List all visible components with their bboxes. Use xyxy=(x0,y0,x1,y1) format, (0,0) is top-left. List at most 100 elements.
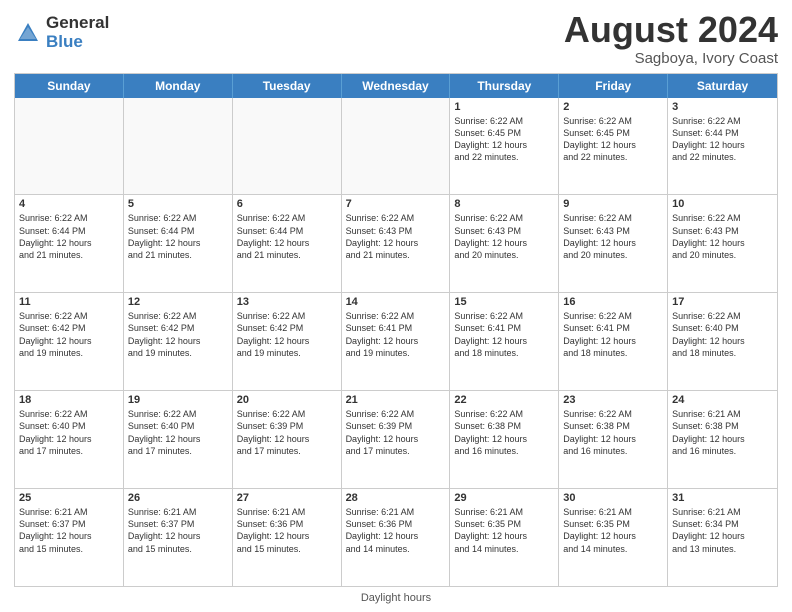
day-info: Sunrise: 6:22 AM Sunset: 6:42 PM Dayligh… xyxy=(19,310,119,359)
day-number: 28 xyxy=(346,492,446,504)
day-cell-2: 2 Sunrise: 6:22 AM Sunset: 6:45 PM Daylig… xyxy=(559,98,668,195)
day-cell-4: 4Sunrise: 6:22 AM Sunset: 6:44 PM Daylig… xyxy=(15,195,124,292)
day-number: 9 xyxy=(563,198,663,210)
day-number: 7 xyxy=(346,198,446,210)
day-number: 29 xyxy=(454,492,554,504)
empty-cell-0-1 xyxy=(124,98,233,195)
day-number: 22 xyxy=(454,394,554,406)
day-info: Sunrise: 6:21 AM Sunset: 6:37 PM Dayligh… xyxy=(19,506,119,555)
day-cell-23: 23 Sunrise: 6:22 AM Sunset: 6:38 PM Dayli… xyxy=(559,391,668,488)
day-number: 30 xyxy=(563,492,663,504)
header-day-saturday: Saturday xyxy=(668,74,777,98)
day-info: Sunrise: 6:22 AM Sunset: 6:44 PM Dayligh… xyxy=(128,212,228,261)
day-cell-1: 1 Sunrise: 6:22 AM Sunset: 6:45 PM Daylig… xyxy=(450,98,559,195)
empty-cell-0-2 xyxy=(233,98,342,195)
logo-text: General Blue xyxy=(46,14,109,51)
header-day-sunday: Sunday xyxy=(15,74,124,98)
day-info: Sunrise: 6:22 AM Sunset: 6:45 PM Dayligh… xyxy=(563,115,663,164)
day-number: 16 xyxy=(563,296,663,308)
day-number: 4 xyxy=(19,198,119,210)
day-cell-25: 25 Sunrise: 6:21 AM Sunset: 6:37 PM Dayli… xyxy=(15,489,124,586)
header-day-friday: Friday xyxy=(559,74,668,98)
day-number: 12 xyxy=(128,296,228,308)
page: General Blue August 2024 Sagboya, Ivory … xyxy=(0,0,792,612)
day-info: Sunrise: 6:22 AM Sunset: 6:40 PM Dayligh… xyxy=(672,310,773,359)
day-info: Sunrise: 6:22 AM Sunset: 6:43 PM Dayligh… xyxy=(563,212,663,261)
day-cell-30: 30Sunrise: 6:21 AM Sunset: 6:35 PM Dayli… xyxy=(559,489,668,586)
day-info: Sunrise: 6:22 AM Sunset: 6:45 PM Dayligh… xyxy=(454,115,554,164)
calendar-body: 1 Sunrise: 6:22 AM Sunset: 6:45 PM Daylig… xyxy=(15,98,777,586)
day-number: 27 xyxy=(237,492,337,504)
day-info: Sunrise: 6:22 AM Sunset: 6:39 PM Dayligh… xyxy=(346,408,446,457)
day-number: 25 xyxy=(19,492,119,504)
day-number: 3 xyxy=(672,101,773,113)
day-cell-14: 14 Sunrise: 6:22 AM Sunset: 6:41 PM Dayli… xyxy=(342,293,451,390)
day-info: Sunrise: 6:22 AM Sunset: 6:41 PM Dayligh… xyxy=(563,310,663,359)
title-block: August 2024 Sagboya, Ivory Coast xyxy=(564,10,778,67)
day-info: Sunrise: 6:22 AM Sunset: 6:42 PM Dayligh… xyxy=(237,310,337,359)
day-cell-8: 8 Sunrise: 6:22 AM Sunset: 6:43 PM Daylig… xyxy=(450,195,559,292)
day-number: 18 xyxy=(19,394,119,406)
day-info: Sunrise: 6:22 AM Sunset: 6:38 PM Dayligh… xyxy=(563,408,663,457)
footer: Daylight hours xyxy=(14,592,778,604)
day-number: 14 xyxy=(346,296,446,308)
day-cell-15: 15Sunrise: 6:22 AM Sunset: 6:41 PM Dayli… xyxy=(450,293,559,390)
day-info: Sunrise: 6:22 AM Sunset: 6:43 PM Dayligh… xyxy=(454,212,554,261)
day-cell-13: 13 Sunrise: 6:22 AM Sunset: 6:42 PM Dayli… xyxy=(233,293,342,390)
day-number: 26 xyxy=(128,492,228,504)
day-cell-21: 21 Sunrise: 6:22 AM Sunset: 6:39 PM Dayli… xyxy=(342,391,451,488)
day-info: Sunrise: 6:22 AM Sunset: 6:40 PM Dayligh… xyxy=(19,408,119,457)
day-number: 31 xyxy=(672,492,773,504)
day-number: 23 xyxy=(563,394,663,406)
header-day-wednesday: Wednesday xyxy=(342,74,451,98)
day-number: 1 xyxy=(454,101,554,113)
day-info: Sunrise: 6:22 AM Sunset: 6:44 PM Dayligh… xyxy=(672,115,773,164)
day-number: 6 xyxy=(237,198,337,210)
day-number: 11 xyxy=(19,296,119,308)
day-info: Sunrise: 6:22 AM Sunset: 6:43 PM Dayligh… xyxy=(346,212,446,261)
logo: General Blue xyxy=(14,14,109,51)
day-cell-12: 12 Sunrise: 6:22 AM Sunset: 6:42 PM Dayli… xyxy=(124,293,233,390)
day-info: Sunrise: 6:22 AM Sunset: 6:41 PM Dayligh… xyxy=(346,310,446,359)
empty-cell-0-0 xyxy=(15,98,124,195)
day-cell-16: 16 Sunrise: 6:22 AM Sunset: 6:41 PM Dayli… xyxy=(559,293,668,390)
day-info: Sunrise: 6:22 AM Sunset: 6:44 PM Dayligh… xyxy=(237,212,337,261)
day-cell-7: 7 Sunrise: 6:22 AM Sunset: 6:43 PM Daylig… xyxy=(342,195,451,292)
calendar-header: SundayMondayTuesdayWednesdayThursdayFrid… xyxy=(15,74,777,98)
day-cell-26: 26 Sunrise: 6:21 AM Sunset: 6:37 PM Dayli… xyxy=(124,489,233,586)
day-number: 20 xyxy=(237,394,337,406)
day-cell-19: 19Sunrise: 6:22 AM Sunset: 6:40 PM Dayli… xyxy=(124,391,233,488)
day-number: 8 xyxy=(454,198,554,210)
day-cell-17: 17Sunrise: 6:22 AM Sunset: 6:40 PM Dayli… xyxy=(668,293,777,390)
day-cell-3: 3 Sunrise: 6:22 AM Sunset: 6:44 PM Daylig… xyxy=(668,98,777,195)
logo-blue: Blue xyxy=(46,33,109,52)
day-info: Sunrise: 6:22 AM Sunset: 6:42 PM Dayligh… xyxy=(128,310,228,359)
calendar-row-3: 18 Sunrise: 6:22 AM Sunset: 6:40 PM Dayli… xyxy=(15,390,777,488)
day-cell-9: 9 Sunrise: 6:22 AM Sunset: 6:43 PM Daylig… xyxy=(559,195,668,292)
header: General Blue August 2024 Sagboya, Ivory … xyxy=(14,10,778,67)
day-cell-5: 5Sunrise: 6:22 AM Sunset: 6:44 PM Daylig… xyxy=(124,195,233,292)
day-cell-24: 24Sunrise: 6:21 AM Sunset: 6:38 PM Dayli… xyxy=(668,391,777,488)
day-number: 2 xyxy=(563,101,663,113)
day-number: 19 xyxy=(128,394,228,406)
day-cell-10: 10 Sunrise: 6:22 AM Sunset: 6:43 PM Dayli… xyxy=(668,195,777,292)
day-info: Sunrise: 6:22 AM Sunset: 6:39 PM Dayligh… xyxy=(237,408,337,457)
day-number: 10 xyxy=(672,198,773,210)
day-info: Sunrise: 6:21 AM Sunset: 6:36 PM Dayligh… xyxy=(346,506,446,555)
day-number: 13 xyxy=(237,296,337,308)
empty-cell-0-3 xyxy=(342,98,451,195)
header-day-monday: Monday xyxy=(124,74,233,98)
day-info: Sunrise: 6:22 AM Sunset: 6:43 PM Dayligh… xyxy=(672,212,773,261)
day-cell-29: 29 Sunrise: 6:21 AM Sunset: 6:35 PM Dayli… xyxy=(450,489,559,586)
title-month: August 2024 xyxy=(564,10,778,50)
day-info: Sunrise: 6:21 AM Sunset: 6:36 PM Dayligh… xyxy=(237,506,337,555)
day-cell-18: 18 Sunrise: 6:22 AM Sunset: 6:40 PM Dayli… xyxy=(15,391,124,488)
day-cell-27: 27 Sunrise: 6:21 AM Sunset: 6:36 PM Dayli… xyxy=(233,489,342,586)
day-cell-28: 28 Sunrise: 6:21 AM Sunset: 6:36 PM Dayli… xyxy=(342,489,451,586)
logo-icon xyxy=(14,19,42,47)
day-number: 21 xyxy=(346,394,446,406)
day-number: 24 xyxy=(672,394,773,406)
calendar-row-2: 11 Sunrise: 6:22 AM Sunset: 6:42 PM Dayli… xyxy=(15,292,777,390)
day-info: Sunrise: 6:21 AM Sunset: 6:37 PM Dayligh… xyxy=(128,506,228,555)
day-info: Sunrise: 6:21 AM Sunset: 6:35 PM Dayligh… xyxy=(454,506,554,555)
